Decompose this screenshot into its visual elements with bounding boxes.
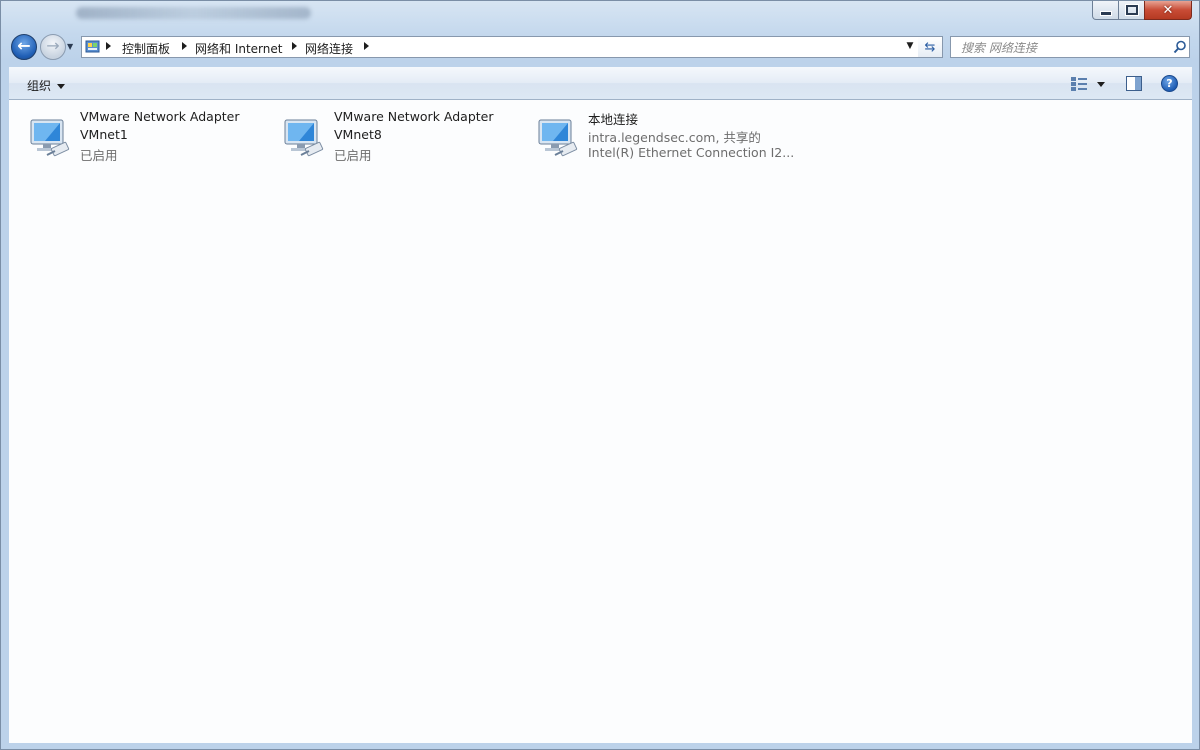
connection-name: VMware Network Adapter: [334, 109, 494, 124]
refresh-button[interactable]: ⇆: [918, 36, 943, 58]
connection-network: intra.legendsec.com, 共享的: [588, 130, 761, 145]
connections-list: VMware Network Adapter VMnet1 已启用 VMware…: [9, 100, 1192, 743]
close-button[interactable]: ✕: [1144, 1, 1192, 20]
preview-pane-icon[interactable]: [1126, 76, 1142, 91]
window-title-blurred: [76, 7, 311, 19]
breadcrumb-separator-icon[interactable]: [106, 42, 111, 50]
change-view-icon[interactable]: [1070, 76, 1088, 92]
connection-status: 已启用: [334, 148, 372, 163]
maximize-button[interactable]: [1118, 1, 1145, 20]
connection-device: VMnet1: [80, 127, 128, 142]
breadcrumb-control-panel[interactable]: 控制面板: [122, 40, 170, 57]
explorer-window: ✕ ← → ▼ 控制面板 网络和 Internet 网络连接 ▼ ⇆ 组织: [0, 0, 1200, 750]
back-button[interactable]: ←: [11, 34, 37, 60]
list-item[interactable]: VMware Network Adapter VMnet1 已启用: [9, 108, 259, 168]
connection-name: VMware Network Adapter: [80, 109, 240, 124]
help-icon[interactable]: ?: [1161, 75, 1178, 92]
close-icon: ✕: [1162, 2, 1174, 18]
breadcrumb-network-connections[interactable]: 网络连接: [305, 40, 353, 57]
address-bar[interactable]: 控制面板 网络和 Internet 网络连接 ▼: [81, 36, 943, 58]
refresh-icon: ⇆: [924, 39, 936, 55]
list-item[interactable]: VMware Network Adapter VMnet8 已启用: [263, 108, 513, 168]
network-adapter-icon: [30, 119, 70, 157]
forward-arrow-icon: →: [46, 36, 60, 55]
breadcrumb-network-internet[interactable]: 网络和 Internet: [195, 40, 282, 57]
breadcrumb-separator-icon[interactable]: [182, 42, 187, 50]
command-bar: 组织 ?: [9, 67, 1192, 100]
connection-device: VMnet8: [334, 127, 382, 142]
connection-status: 已启用: [80, 148, 118, 163]
search-input[interactable]: [959, 39, 1163, 57]
search-icon[interactable]: [1173, 40, 1187, 54]
forward-button[interactable]: →: [40, 34, 66, 60]
breadcrumb-separator-icon[interactable]: [364, 42, 369, 50]
organize-menu-button[interactable]: 组织: [27, 77, 66, 94]
chevron-down-icon: [57, 84, 66, 89]
recent-pages-dropdown[interactable]: ▼: [67, 42, 77, 52]
maximize-icon: [1125, 5, 1138, 15]
list-item[interactable]: 本地连接 intra.legendsec.com, 共享的 Intel(R) E…: [517, 108, 837, 168]
address-history-dropdown[interactable]: ▼: [903, 41, 917, 55]
connection-device: Intel(R) Ethernet Connection I2...: [588, 145, 795, 160]
control-panel-icon: [85, 40, 100, 53]
view-options-dropdown[interactable]: [1097, 82, 1105, 87]
back-arrow-icon: ←: [17, 36, 31, 55]
network-adapter-icon: [538, 119, 578, 157]
minimize-button[interactable]: [1092, 1, 1119, 20]
connection-name: 本地连接: [588, 112, 639, 127]
organize-label: 组织: [27, 79, 52, 93]
breadcrumb-separator-icon[interactable]: [292, 42, 297, 50]
minimize-icon: [1099, 10, 1112, 16]
network-adapter-icon: [284, 119, 324, 157]
search-box[interactable]: [950, 36, 1190, 58]
